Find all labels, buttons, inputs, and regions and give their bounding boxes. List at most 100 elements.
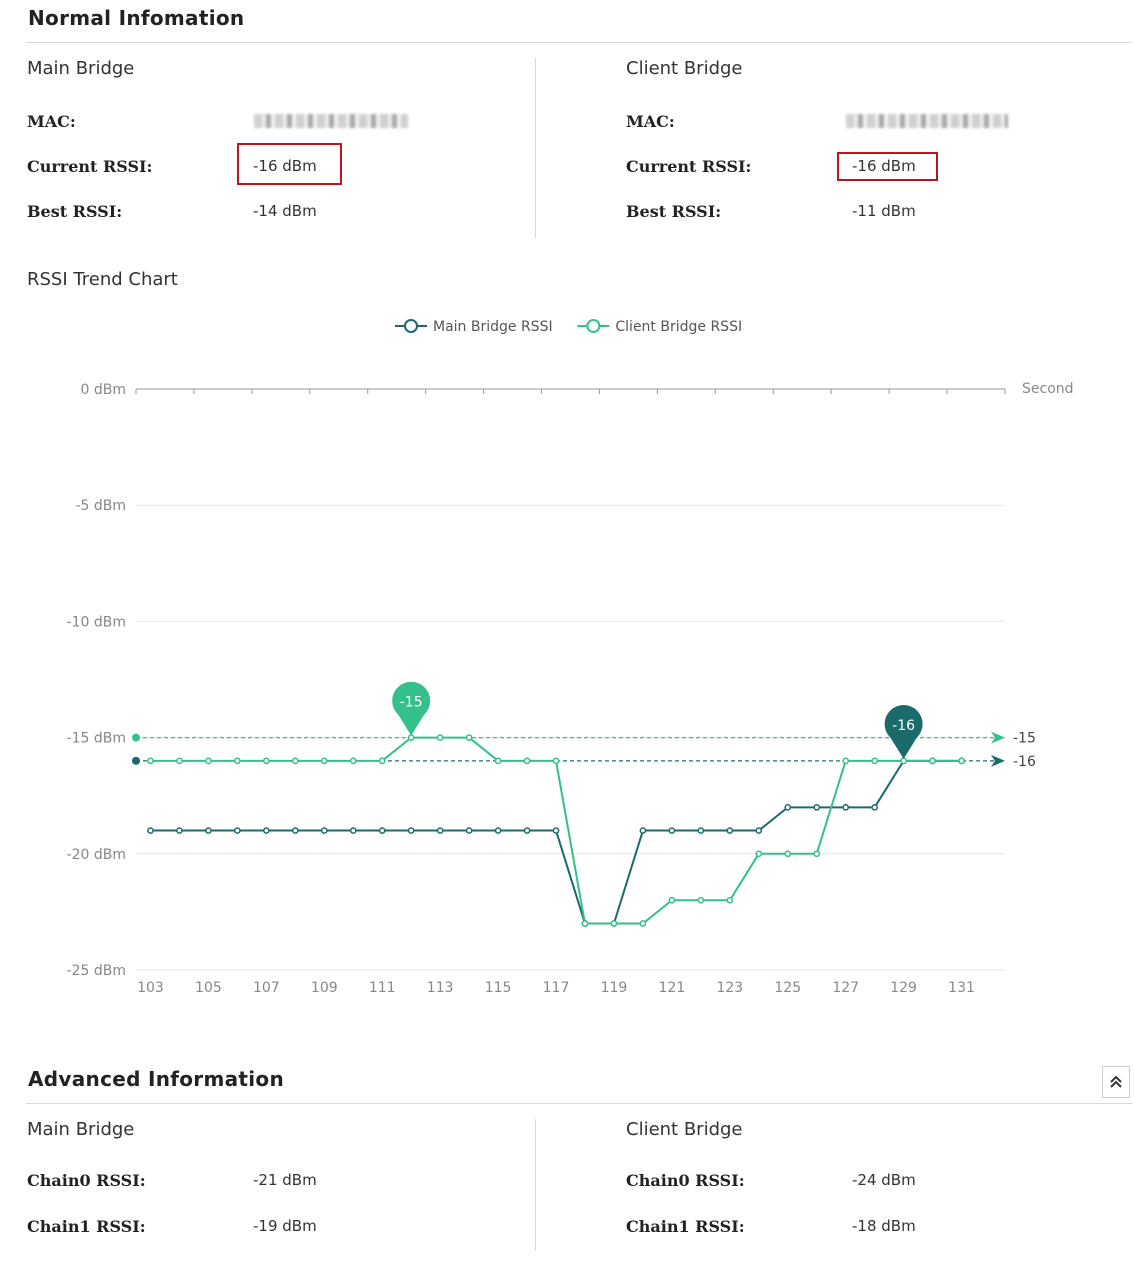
data-point (349, 827, 357, 834)
series-main (147, 757, 965, 927)
data-point (407, 827, 415, 834)
client-best-rssi-label: Best RSSI: (626, 202, 722, 221)
main-bridge-title: Main Bridge (27, 58, 135, 79)
legend-symbol (404, 319, 418, 333)
x-tick-label: 103 (137, 980, 164, 996)
adv-client-chain0-label: Chain0 RSSI: (626, 1171, 745, 1190)
data-point (320, 757, 328, 765)
adv-main-chain0-value: -21 dBm (253, 1171, 317, 1189)
data-point (639, 920, 647, 927)
y-tick-label: -25 dBm (67, 963, 126, 979)
chart-grid (136, 388, 1005, 971)
adv-client-bridge-title: Client Bridge (626, 1119, 743, 1140)
data-point (900, 757, 907, 765)
x-tick-label: 117 (543, 980, 570, 996)
data-point (378, 827, 386, 834)
data-point (436, 827, 444, 834)
trend-chart-title: RSSI Trend Chart (27, 269, 178, 290)
data-point (813, 850, 821, 858)
chart-y-axis: 0 dBm -5 dBm -10 dBm -15 dBm -20 dBm -25 dBm (67, 382, 126, 979)
x-tick-label: 107 (253, 980, 280, 996)
max-marker-client: -15 (392, 681, 431, 736)
client-mac-label: MAC: (626, 112, 675, 131)
x-tick-label: 115 (485, 980, 512, 996)
advanced-info-title: Advanced Information (28, 1067, 284, 1091)
data-point (581, 920, 589, 927)
data-point (871, 803, 879, 811)
data-point (147, 827, 154, 834)
x-tick-label: 131 (948, 980, 975, 996)
x-tick-label: 119 (601, 980, 628, 996)
normal-column-divider (535, 58, 536, 238)
x-tick-label: 121 (659, 980, 686, 996)
data-point (436, 734, 444, 741)
legend-item-main: Main Bridge RSSI (395, 319, 553, 335)
main-mac-label: MAC: (27, 112, 76, 131)
y-tick-label: 0 dBm (81, 382, 127, 398)
data-point (726, 827, 734, 834)
data-point (349, 757, 357, 765)
main-current-rssi-value: -16 dBm (253, 157, 317, 175)
data-point (465, 734, 473, 741)
client-best-rssi-value: -11 dBm (852, 202, 916, 220)
data-point (871, 757, 879, 765)
data-point (465, 827, 473, 834)
data-point (494, 757, 502, 765)
y-tick-label: -10 dBm (67, 614, 126, 630)
adv-client-chain0-value: -24 dBm (852, 1171, 916, 1189)
data-point (205, 757, 212, 765)
x-tick-label: 105 (195, 980, 222, 996)
data-point (784, 850, 792, 858)
data-point (176, 827, 183, 834)
double-chevron-up-icon (1110, 1075, 1122, 1088)
legend-label: Client Bridge RSSI (615, 319, 742, 335)
chart-series (147, 734, 965, 927)
data-point (697, 896, 705, 904)
main-best-rssi-value: -14 dBm (253, 202, 317, 220)
data-point (234, 827, 241, 834)
legend-item-client: Client Bridge RSSI (577, 319, 742, 335)
legend-label: Main Bridge RSSI (433, 319, 553, 335)
data-point (263, 757, 270, 765)
data-point (320, 827, 328, 834)
adv-client-chain1-value: -18 dBm (852, 1217, 916, 1235)
adv-main-chain0-label: Chain0 RSSI: (27, 1171, 146, 1190)
max-marker-label: -16 (892, 718, 915, 734)
client-mac-value-redacted (846, 114, 1008, 128)
data-point (291, 757, 299, 765)
avg-line-label: -16 (1013, 754, 1036, 770)
y-tick-label: -15 dBm (67, 731, 126, 747)
data-point (552, 827, 560, 834)
data-point (494, 827, 502, 834)
main-current-rssi-label: Current RSSI: (27, 157, 153, 176)
normal-info-title: Normal Infomation (28, 6, 245, 30)
chart-x-axis: Second 103 105 107 109 111 113 115 117 119 121 123 1… (135, 381, 1074, 996)
max-marker-label: -15 (400, 695, 423, 711)
data-point (407, 734, 415, 741)
chart-max-markers: -16 -15 (392, 681, 923, 759)
x-tick-label: 129 (890, 980, 917, 996)
data-point (378, 757, 386, 765)
advanced-info-divider (26, 1103, 1132, 1104)
x-tick-label: 111 (369, 980, 396, 996)
avg-line-label: -15 (1013, 731, 1036, 747)
main-best-rssi-label: Best RSSI: (27, 202, 123, 221)
data-point (234, 757, 241, 765)
collapse-button[interactable] (1102, 1066, 1130, 1098)
data-point (147, 757, 154, 765)
data-point (205, 827, 212, 834)
data-point (263, 827, 270, 834)
y-tick-label: -20 dBm (67, 847, 126, 863)
data-point (697, 827, 705, 834)
data-point (755, 850, 763, 858)
data-point (958, 757, 965, 765)
chart-legend: Main Bridge RSSI Client Bridge RSSI (395, 319, 742, 335)
advanced-column-divider (535, 1119, 536, 1251)
y-tick-label: -5 dBm (75, 498, 126, 514)
normal-info-divider (26, 42, 1132, 43)
x-axis-label: Second (1022, 381, 1074, 397)
rssi-trend-chart: Main Bridge RSSI Client Bridge RSSI 0 dBm… (67, 319, 1074, 996)
data-point (176, 757, 183, 765)
client-current-rssi-value: -16 dBm (852, 157, 916, 175)
legend-symbol (586, 319, 601, 333)
